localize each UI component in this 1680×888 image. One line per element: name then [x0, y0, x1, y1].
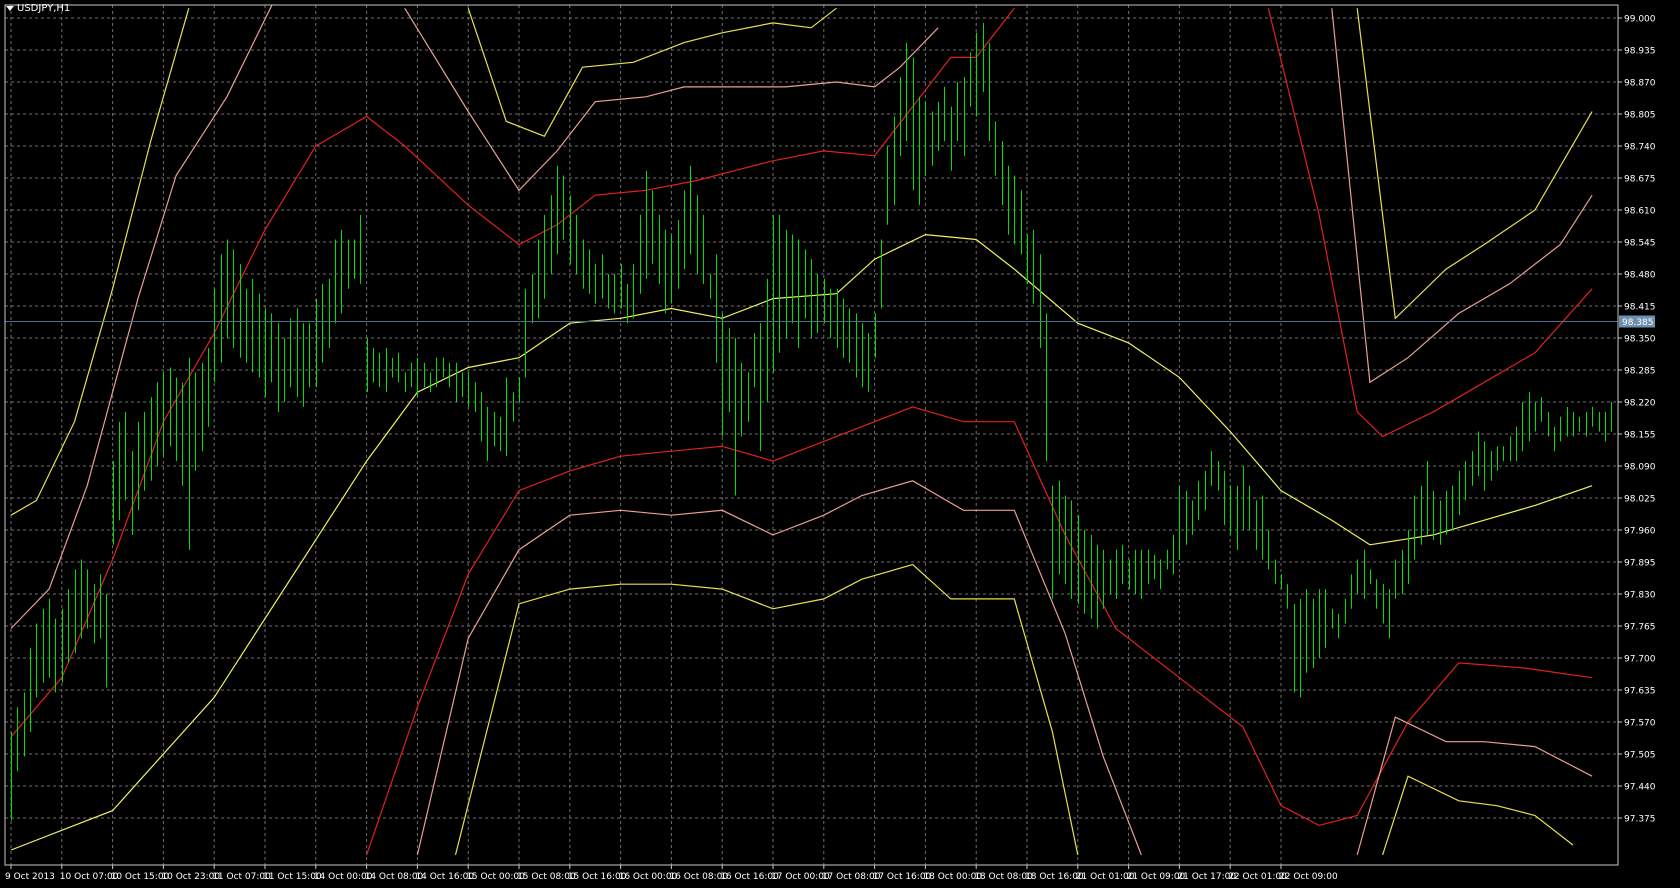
- y-tick-label: 98.350: [1624, 335, 1656, 345]
- y-tick-label: 98.090: [1624, 463, 1656, 473]
- band3-line: [467, 7, 837, 137]
- y-tick-label: 97.440: [1624, 783, 1656, 793]
- y-tick-label: 98.545: [1624, 239, 1656, 249]
- y-tick-label: 98.805: [1624, 111, 1656, 121]
- ma-line: [10, 233, 1593, 851]
- y-tick-label: 99.000: [1624, 15, 1656, 25]
- y-tick-label: 97.635: [1624, 687, 1656, 697]
- band1-line: [366, 406, 1593, 856]
- band3-line: [1382, 775, 1574, 856]
- current-price-label: 98.385: [1622, 318, 1654, 328]
- symbol-title[interactable]: USDJPY,H1: [6, 3, 70, 14]
- band2-line: [10, 5, 273, 629]
- symbol-label: USDJPY,H1: [17, 3, 71, 14]
- y-tick-label: 97.895: [1624, 559, 1656, 569]
- band3-line: [1356, 8, 1593, 320]
- y-tick-label: 97.700: [1624, 655, 1656, 665]
- y-tick-label: 98.675: [1624, 175, 1656, 185]
- y-tick-label: 98.740: [1624, 143, 1656, 153]
- x-tick-label: 9 Oct 2013: [5, 872, 55, 882]
- y-tick-label: 98.220: [1624, 399, 1656, 409]
- y-tick-label: 98.870: [1624, 79, 1656, 89]
- x-tick-label: 22 Oct 09:00: [1279, 872, 1338, 882]
- dropdown-triangle-icon[interactable]: [6, 6, 14, 11]
- y-tick-label: 98.935: [1624, 47, 1656, 57]
- y-tick-label: 97.505: [1624, 751, 1656, 761]
- y-tick-label: 98.610: [1624, 207, 1656, 217]
- y-tick-label: 97.830: [1624, 591, 1656, 601]
- band2-line: [1331, 8, 1593, 384]
- y-tick-label: 97.960: [1624, 527, 1656, 537]
- time-axis[interactable]: 9 Oct 2013 10 Oct 07:0010 Oct 15:0010 Oct…: [5, 865, 1338, 882]
- band3-line: [454, 563, 1079, 856]
- y-tick-label: 98.155: [1624, 431, 1656, 441]
- grid: [5, 5, 1618, 865]
- band1-line: [1267, 8, 1593, 438]
- y-tick-label: 97.570: [1624, 719, 1656, 729]
- price-bars: [11, 22, 1612, 821]
- y-tick-label: 98.480: [1624, 271, 1656, 281]
- y-tick-label: 97.765: [1624, 623, 1656, 633]
- y-tick-label: 98.415: [1624, 303, 1656, 313]
- y-tick-label: 98.025: [1624, 495, 1656, 505]
- price-chart[interactable]: 98.385 99.000 98.935 98.870 98.805 98.740 98.…: [0, 0, 1680, 888]
- chart-window[interactable]: 98.385 99.000 98.935 98.870 98.805 98.740 98.…: [0, 0, 1680, 888]
- y-tick-label: 98.285: [1624, 367, 1656, 377]
- y-tick-label: 97.375: [1624, 815, 1656, 825]
- price-axis[interactable]: 99.000 98.935 98.870 98.805 98.740 98.675 98.6…: [1618, 15, 1656, 825]
- band2-line: [416, 480, 1142, 856]
- indicator-lines: [10, 5, 1593, 856]
- chart-frame: [4, 4, 1619, 866]
